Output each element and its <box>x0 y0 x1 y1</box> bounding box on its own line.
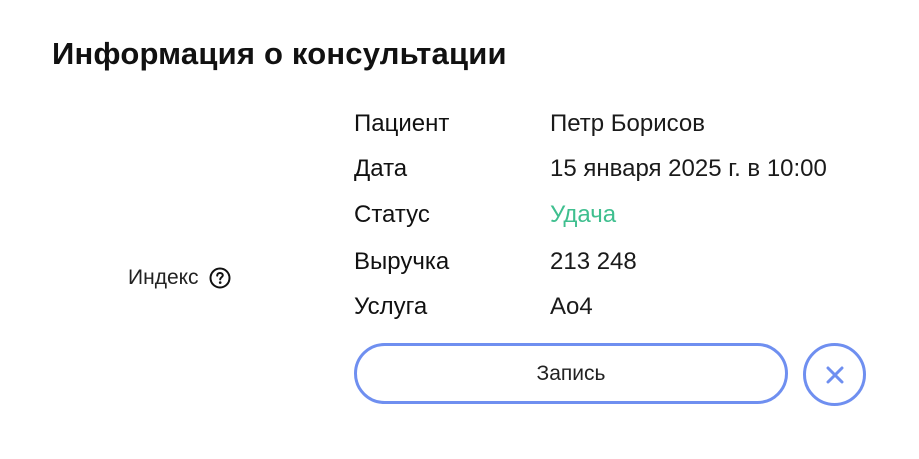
detail-key-service: Услуга <box>354 293 428 320</box>
close-button[interactable] <box>803 343 866 406</box>
status-badge: Удача <box>550 201 617 228</box>
detail-key-status: Статус <box>354 201 430 228</box>
detail-key-revenue: Выручка <box>354 248 450 275</box>
detail-row-revenue: Выручка 213 248 <box>354 245 637 279</box>
detail-value-date: 15 января 2025 г. в 10:00 <box>550 155 827 182</box>
detail-value-revenue: 213 248 <box>550 248 637 275</box>
detail-row-patient: Пациент Петр Борисов <box>354 107 705 141</box>
detail-row-date: Дата 15 января 2025 г. в 10:00 <box>354 152 827 186</box>
detail-row-service: Услуга Ао4 <box>354 290 593 324</box>
index-label: Индекс <box>128 266 199 289</box>
record-button[interactable]: Запись <box>354 343 788 404</box>
page-title: Информация о консультации <box>52 36 507 71</box>
detail-value-patient: Петр Борисов <box>550 110 706 137</box>
question-circle-icon[interactable] <box>209 267 231 289</box>
close-icon <box>826 366 843 383</box>
detail-key-date: Дата <box>354 155 408 182</box>
detail-value-service: Ао4 <box>550 293 593 320</box>
detail-row-status: Статус Удача <box>354 198 616 232</box>
consultation-info-panel: Информация о консультации Индекс Пациент… <box>0 0 919 459</box>
index-field: Индекс <box>128 266 231 290</box>
detail-key-patient: Пациент <box>354 110 450 137</box>
